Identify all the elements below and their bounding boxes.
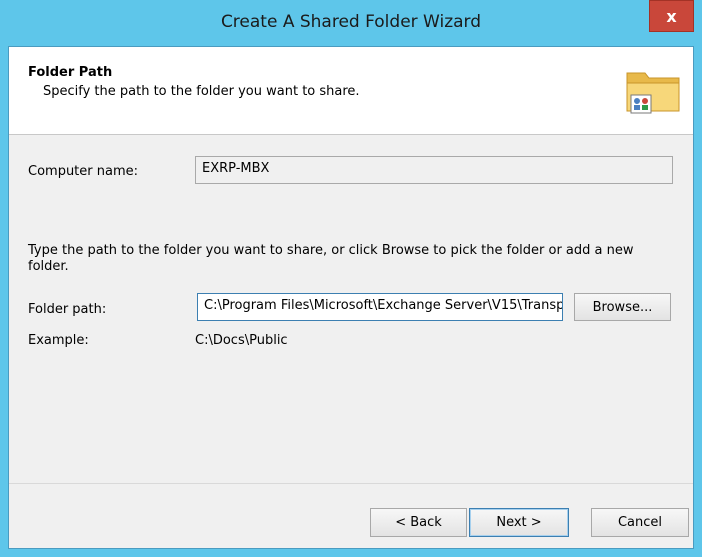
instructions-text: Type the path to the folder you want to …: [28, 243, 634, 274]
wizard-body: Folder Path Specify the path to the fold…: [8, 46, 694, 549]
example-label: Example:: [28, 333, 89, 348]
page-subtitle: Specify the path to the folder you want …: [43, 84, 360, 99]
example-value: C:\Docs\Public: [195, 333, 288, 348]
title-bar[interactable]: Create A Shared Folder Wizard x: [0, 0, 702, 46]
close-button[interactable]: x: [649, 0, 694, 32]
folder-path-label: Folder path:: [28, 302, 107, 317]
wizard-window: Create A Shared Folder Wizard x Folder P…: [0, 0, 702, 557]
next-button[interactable]: Next >: [469, 508, 569, 537]
folder-path-input[interactable]: C:\Program Files\Microsoft\Exchange Serv…: [197, 293, 563, 321]
computer-name-label: Computer name:: [28, 164, 139, 179]
page-title: Folder Path: [28, 65, 113, 80]
wizard-header: Folder Path Specify the path to the fold…: [9, 47, 693, 135]
computer-name-field: EXRP-MBX: [195, 156, 673, 184]
close-icon: x: [666, 6, 677, 26]
window-title: Create A Shared Folder Wizard: [220, 12, 482, 32]
footer-divider: [9, 483, 693, 484]
back-button[interactable]: < Back: [370, 508, 467, 537]
cancel-button[interactable]: Cancel: [591, 508, 689, 537]
browse-button[interactable]: Browse...: [574, 293, 671, 321]
shared-folder-icon: [626, 72, 680, 114]
